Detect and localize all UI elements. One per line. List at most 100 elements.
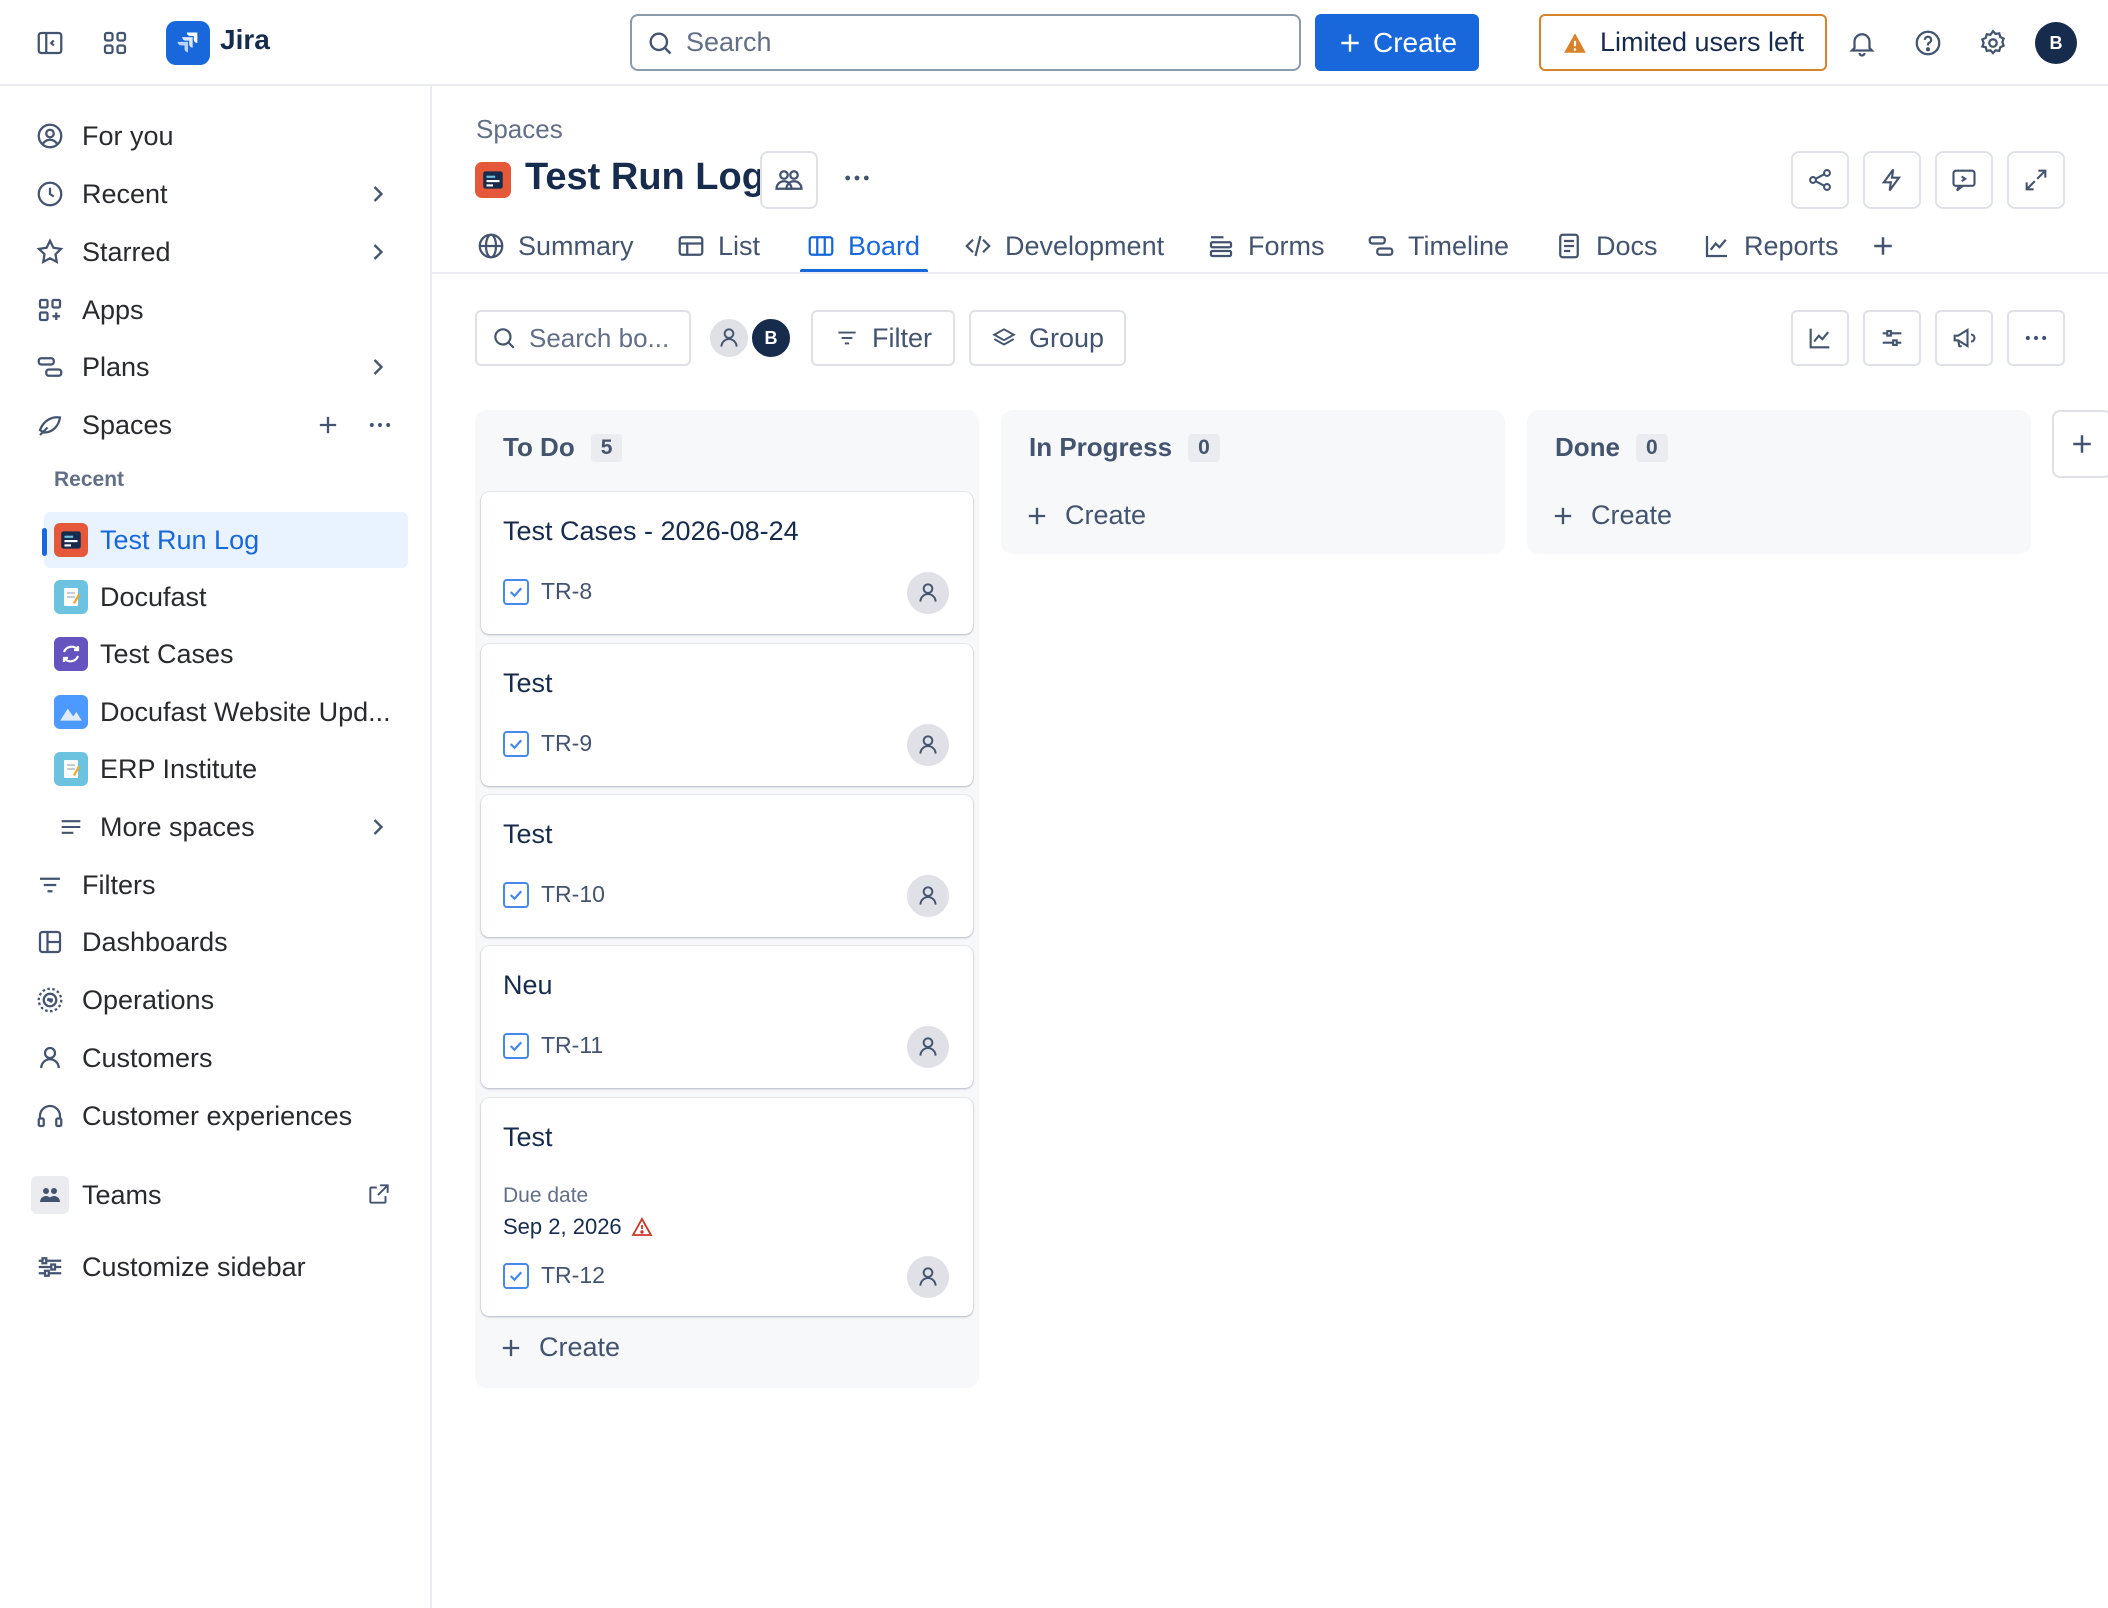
task-checkbox-icon	[503, 1262, 529, 1289]
user-avatar[interactable]: B	[2035, 22, 2077, 64]
group-button[interactable]: Group	[969, 310, 1126, 366]
chevron-right-icon[interactable]	[364, 238, 392, 266]
create-issue-button[interactable]: Create	[1023, 500, 1146, 531]
create-issue-button[interactable]: Create	[1549, 500, 1672, 531]
jira-logo-icon[interactable]	[166, 21, 210, 65]
filter-button[interactable]: Filter	[811, 310, 955, 366]
plus-icon	[1337, 30, 1363, 56]
board-more-button[interactable]	[2007, 310, 2065, 366]
feedback-button[interactable]	[1935, 151, 1993, 209]
share-button[interactable]	[1791, 151, 1849, 209]
help-icon[interactable]	[1906, 21, 1950, 65]
timeline-icon	[1366, 231, 1396, 261]
sidebar-item-customize[interactable]: Customize sidebar	[28, 1240, 408, 1294]
plus-icon	[2067, 429, 2097, 459]
sidebar-item-apps[interactable]: Apps	[28, 283, 408, 337]
board-search-placeholder: Search bo...	[529, 322, 670, 353]
lightning-icon	[1878, 166, 1906, 194]
assignee-avatar-icon[interactable]	[907, 1026, 949, 1068]
create-issue-button[interactable]: Create	[497, 1332, 620, 1363]
add-space-plus-icon[interactable]	[314, 411, 342, 439]
issue-card[interactable]: Test Due date Sep 2, 2026 TR-12	[481, 1098, 973, 1316]
card-key[interactable]: TR-10	[503, 881, 605, 908]
board-search[interactable]: Search bo...	[475, 310, 691, 366]
app-switcher-icon[interactable]	[93, 21, 137, 65]
assignee-avatar-icon[interactable]	[907, 1256, 949, 1298]
tab-timeline[interactable]: Timeline	[1366, 218, 1509, 274]
card-key[interactable]: TR-8	[503, 578, 592, 605]
issue-card[interactable]: Neu TR-11	[481, 946, 973, 1088]
chevron-right-icon[interactable]	[364, 813, 392, 841]
spaces-more-icon[interactable]	[366, 411, 394, 439]
issue-card[interactable]: Test Cases - 2026-08-24 TR-8	[481, 492, 973, 634]
insights-button[interactable]	[1791, 310, 1849, 366]
sidebar-item-plans[interactable]: Plans	[28, 340, 408, 394]
task-checkbox-icon	[503, 730, 529, 757]
limited-users-button[interactable]: Limited users left	[1539, 14, 1827, 71]
sidebar-more-spaces[interactable]: More spaces	[44, 799, 408, 855]
tab-list[interactable]: List	[676, 218, 760, 274]
notepad-icon	[54, 580, 88, 614]
add-tab-plus-icon[interactable]	[1868, 218, 1898, 274]
project-more-icon[interactable]	[835, 156, 879, 200]
tab-reports[interactable]: Reports	[1702, 218, 1839, 274]
sidebar-item-starred[interactable]: Starred	[28, 225, 408, 279]
sidebar-space-docufast[interactable]: Docufast	[44, 569, 408, 625]
assignee-avatar-icon[interactable]	[907, 572, 949, 614]
announcements-button[interactable]	[1935, 310, 1993, 366]
due-date-text: Sep 2, 2026	[503, 1214, 622, 1239]
add-column-button[interactable]	[2052, 410, 2108, 478]
tabs-divider	[432, 272, 2108, 274]
settings-gear-icon[interactable]	[1971, 21, 2015, 65]
create-button-label: Create	[1372, 26, 1458, 58]
fullscreen-button[interactable]	[2007, 151, 2065, 209]
sidebar-item-dashboards[interactable]: Dashboards	[28, 915, 408, 969]
chevron-right-icon[interactable]	[364, 353, 392, 381]
task-checkbox-icon	[503, 1032, 529, 1059]
column-count-badge: 0	[1636, 433, 1668, 462]
search-input[interactable]	[686, 27, 1246, 58]
tab-development[interactable]: Development	[963, 218, 1164, 274]
issue-card[interactable]: Test TR-9	[481, 644, 973, 786]
issue-key: TR-11	[541, 1032, 604, 1058]
app-name[interactable]: Jira	[220, 24, 270, 56]
card-key[interactable]: TR-12	[503, 1262, 605, 1289]
sidebar-item-label: Operations	[82, 984, 215, 1015]
tab-board[interactable]: Board	[806, 218, 920, 274]
create-button[interactable]: Create	[1315, 14, 1479, 71]
unassigned-avatar-filter[interactable]	[708, 317, 750, 359]
sidebar-item-teams[interactable]: Teams	[28, 1168, 408, 1222]
chevron-right-icon[interactable]	[364, 180, 392, 208]
tab-summary[interactable]: Summary	[476, 218, 634, 274]
team-members-button[interactable]	[760, 151, 818, 209]
sidebar-item-recent[interactable]: Recent	[28, 167, 408, 221]
card-key[interactable]: TR-11	[503, 1032, 603, 1059]
assignee-avatar-icon[interactable]	[907, 724, 949, 766]
view-settings-button[interactable]	[1863, 310, 1921, 366]
user-avatar-filter[interactable]: B	[750, 317, 792, 359]
group-button-label: Group	[1028, 322, 1105, 353]
sidebar-item-filters[interactable]: Filters	[28, 858, 408, 912]
sidebar-item-spaces[interactable]: Spaces	[28, 398, 408, 452]
card-key[interactable]: TR-9	[503, 730, 592, 757]
global-search[interactable]	[630, 14, 1301, 71]
breadcrumb[interactable]: Spaces	[476, 114, 563, 145]
sidebar-space-erp-institute[interactable]: ERP Institute	[44, 741, 408, 797]
sidebar-toggle-icon[interactable]	[28, 21, 72, 65]
tab-forms[interactable]: Forms	[1206, 218, 1325, 274]
column-count-badge: 5	[590, 433, 623, 462]
issue-card[interactable]: Test TR-10	[481, 795, 973, 937]
tab-docs[interactable]: Docs	[1554, 218, 1658, 274]
sidebar-item-operations[interactable]: Operations	[28, 973, 408, 1027]
sidebar-space-test-run-log[interactable]: Test Run Log	[44, 512, 408, 568]
notifications-icon[interactable]	[1840, 21, 1884, 65]
sidebar-item-customer-experiences[interactable]: Customer experiences	[28, 1089, 408, 1143]
sidebar-space-test-cases[interactable]: Test Cases	[44, 626, 408, 682]
overdue-warning-icon	[630, 1215, 654, 1239]
sidebar-item-customers[interactable]: Customers	[28, 1031, 408, 1085]
external-link-icon[interactable]	[366, 1181, 392, 1207]
automation-button[interactable]	[1863, 151, 1921, 209]
assignee-avatar-icon[interactable]	[907, 875, 949, 917]
sidebar-item-for-you[interactable]: For you	[28, 109, 408, 163]
sidebar-space-docufast-website[interactable]: Docufast Website Upd...	[44, 684, 408, 740]
